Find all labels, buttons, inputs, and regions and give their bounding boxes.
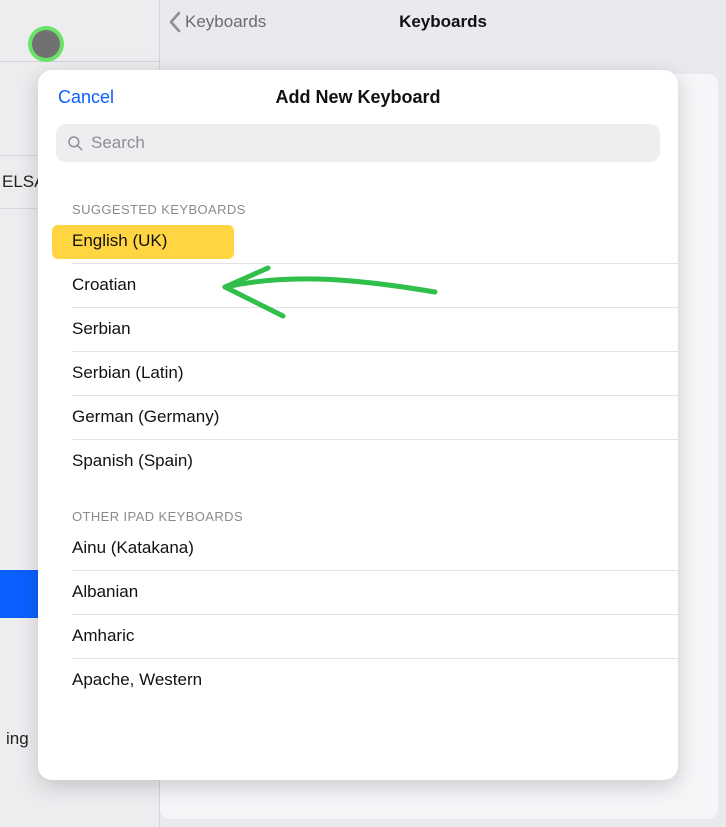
search-field[interactable] xyxy=(56,124,660,162)
other-keyboards-list: Ainu (Katakana) Albanian Amharic Apache,… xyxy=(38,532,678,702)
keyboard-label: Serbian (Latin) xyxy=(72,363,184,383)
back-button[interactable]: Keyboards xyxy=(168,11,266,33)
search-icon xyxy=(66,134,84,152)
background-navbar: Keyboards Keyboards xyxy=(160,0,726,44)
section-header-suggested: SUGGESTED KEYBOARDS xyxy=(38,172,678,225)
keyboard-label: Apache, Western xyxy=(72,670,202,690)
sheet-title: Add New Keyboard xyxy=(275,87,440,108)
keyboard-row-german[interactable]: German (Germany) xyxy=(38,395,678,439)
keyboard-row-spanish[interactable]: Spanish (Spain) xyxy=(38,439,678,483)
suggested-keyboards-list: English (UK) Croatian Serbian Serbian (L… xyxy=(38,225,678,483)
back-label: Keyboards xyxy=(185,12,266,32)
keyboard-row-albanian[interactable]: Albanian xyxy=(38,570,678,614)
section-header-other: OTHER IPAD KEYBOARDS xyxy=(38,483,678,532)
keyboard-row-ainu[interactable]: Ainu (Katakana) xyxy=(38,532,678,570)
sheet-header: Cancel Add New Keyboard xyxy=(38,70,678,124)
chevron-left-icon xyxy=(168,11,181,33)
keyboard-label: English (UK) xyxy=(72,231,167,251)
keyboard-row-serbian-latin[interactable]: Serbian (Latin) xyxy=(38,351,678,395)
search-input[interactable] xyxy=(91,133,650,153)
keyboard-row-amharic[interactable]: Amharic xyxy=(38,614,678,658)
keyboard-row-english-uk[interactable]: English (UK) xyxy=(38,225,678,263)
keyboard-label: Albanian xyxy=(72,582,138,602)
keyboard-row-apache-western[interactable]: Apache, Western xyxy=(38,658,678,702)
keyboard-row-serbian[interactable]: Serbian xyxy=(38,307,678,351)
keyboard-label: Ainu (Katakana) xyxy=(72,538,194,558)
annotation-cursor-dot xyxy=(32,30,60,58)
keyboard-label: Amharic xyxy=(72,626,134,646)
keyboard-label: Serbian xyxy=(72,319,131,339)
keyboard-label: German (Germany) xyxy=(72,407,219,427)
add-keyboard-sheet: Cancel Add New Keyboard SUGGESTED KEYBOA… xyxy=(38,70,678,780)
keyboard-label: Croatian xyxy=(72,275,136,295)
keyboard-label: Spanish (Spain) xyxy=(72,451,193,471)
keyboard-row-croatian[interactable]: Croatian xyxy=(38,263,678,307)
cancel-button[interactable]: Cancel xyxy=(58,70,114,124)
